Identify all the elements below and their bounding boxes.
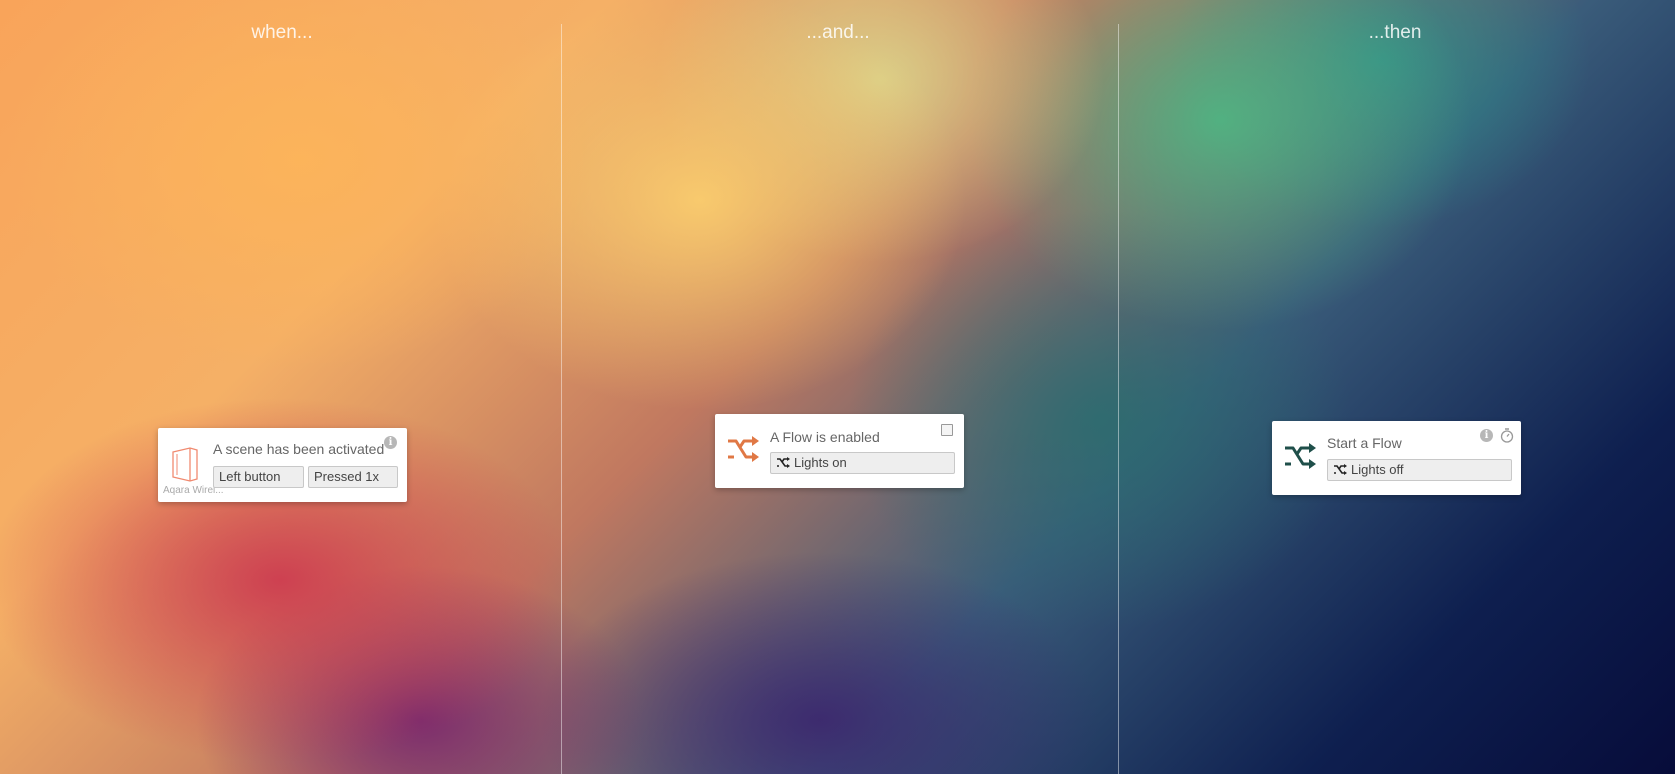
- invert-checkbox[interactable]: [941, 424, 953, 436]
- card-title: A Flow is enabled: [770, 429, 880, 445]
- then-card[interactable]: Start a Flow i Lights off: [1272, 421, 1521, 495]
- flow-small-icon: [776, 454, 790, 473]
- aqara-switch-icon: [170, 446, 200, 487]
- column-header-when: when...: [251, 22, 313, 43]
- column-header-and: ...and...: [806, 22, 870, 43]
- card-title: Start a Flow: [1327, 435, 1402, 451]
- when-card[interactable]: Aqara Wirel... A scene has been activate…: [158, 428, 407, 502]
- info-icon[interactable]: i: [1480, 429, 1493, 442]
- and-card[interactable]: A Flow is enabled Lights on: [715, 414, 964, 488]
- flow-small-icon: [1333, 461, 1347, 480]
- button-select[interactable]: Left button: [213, 466, 304, 488]
- flow-select[interactable]: Lights off: [1327, 459, 1512, 481]
- background-gradient: [0, 0, 1675, 774]
- column-divider: [1118, 24, 1119, 774]
- flow-icon: [1283, 442, 1317, 477]
- flow-select[interactable]: Lights on: [770, 452, 955, 474]
- info-icon[interactable]: i: [384, 436, 397, 449]
- press-select[interactable]: Pressed 1x: [308, 466, 398, 488]
- column-divider: [561, 24, 562, 774]
- flow-select-value: Lights on: [794, 455, 847, 470]
- flow-select-value: Lights off: [1351, 462, 1404, 477]
- card-title: A scene has been activated: [213, 441, 385, 457]
- timer-icon[interactable]: [1500, 428, 1514, 448]
- column-header-then: ...then: [1368, 22, 1422, 43]
- flow-icon: [726, 435, 760, 470]
